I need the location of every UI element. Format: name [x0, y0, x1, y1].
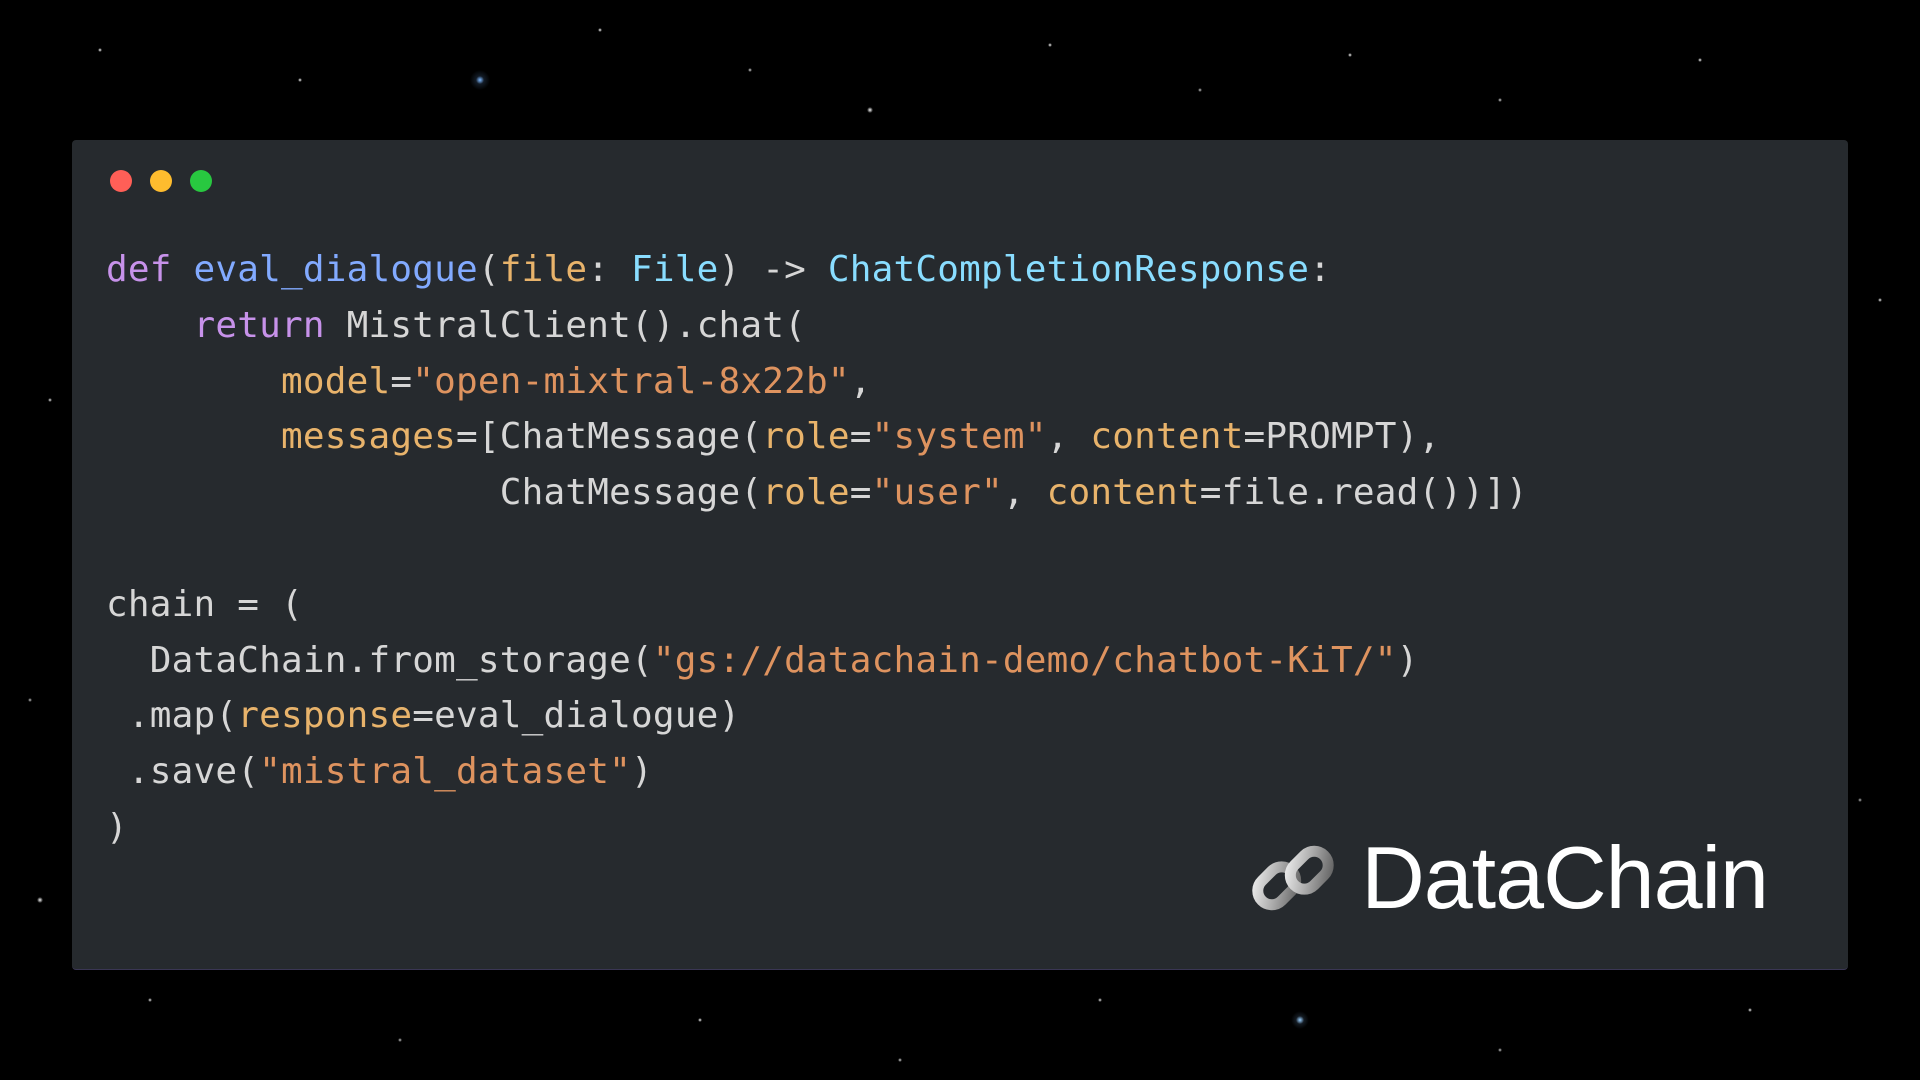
logo-text: DataChain — [1361, 827, 1768, 929]
indent — [106, 361, 281, 402]
method-save: save — [150, 751, 238, 792]
param-model: model — [281, 361, 390, 402]
method-from-storage: from_storage — [369, 640, 632, 681]
param-response: response — [237, 695, 412, 736]
comma: , — [850, 361, 872, 402]
string-system: "system" — [872, 416, 1047, 457]
comma: , — [1003, 472, 1047, 513]
return-type: ChatCompletionResponse — [828, 249, 1309, 290]
dot: . — [347, 640, 369, 681]
space — [325, 305, 347, 346]
string-dataset: "mistral_dataset" — [259, 751, 631, 792]
close-paren: ) — [1397, 640, 1419, 681]
keyword-def: def — [106, 249, 172, 290]
open-paren: ( — [215, 695, 237, 736]
class-chatmessage: ChatMessage — [500, 416, 741, 457]
code-window: def eval_dialogue(file: File) -> ChatCom… — [72, 140, 1848, 970]
open-paren: ( — [631, 640, 653, 681]
const-prompt: PROMPT — [1265, 416, 1396, 457]
open-paren: ( — [740, 472, 762, 513]
equals: = — [850, 416, 872, 457]
equals-bracket: =[ — [456, 416, 500, 457]
close-paren: ) — [106, 807, 128, 848]
param-content: content — [1047, 472, 1200, 513]
indent — [106, 305, 194, 346]
maximize-icon[interactable] — [190, 170, 212, 192]
indent — [106, 472, 500, 513]
function-name: eval_dialogue — [194, 249, 478, 290]
indent — [106, 640, 150, 681]
close-paren: ), — [1397, 416, 1441, 457]
var-chain: chain — [106, 584, 215, 625]
indent-dot: . — [106, 695, 150, 736]
indent — [106, 416, 281, 457]
class-chatmessage: ChatMessage — [500, 472, 741, 513]
method-file-read: file.read — [1222, 472, 1419, 513]
paren: ( — [478, 249, 500, 290]
param-type: File — [631, 249, 719, 290]
method-map: map — [150, 695, 216, 736]
minimize-icon[interactable] — [150, 170, 172, 192]
class-datachain: DataChain — [150, 640, 347, 681]
code-block: def eval_dialogue(file: File) -> ChatCom… — [72, 202, 1848, 876]
param-name: file — [500, 249, 588, 290]
param-content: content — [1090, 416, 1243, 457]
arrow: ) -> — [719, 249, 828, 290]
keyword-return: return — [194, 305, 325, 346]
param-role: role — [762, 472, 850, 513]
equals-open: = ( — [215, 584, 303, 625]
string-model: "open-mixtral-8x22b" — [412, 361, 849, 402]
string-user: "user" — [872, 472, 1003, 513]
traffic-lights — [72, 140, 1848, 202]
method-name: chat — [697, 305, 785, 346]
paren-dot: (). — [631, 305, 697, 346]
equals: = — [1200, 472, 1222, 513]
param-messages: messages — [281, 416, 456, 457]
class-name: MistralClient — [347, 305, 631, 346]
colon: : — [1309, 249, 1331, 290]
equals: = — [850, 472, 872, 513]
open-paren: ( — [784, 305, 806, 346]
equals: = — [390, 361, 412, 402]
string-gs-path: "gs://datachain-demo/chatbot-KiT/" — [653, 640, 1397, 681]
open-paren: ( — [237, 751, 259, 792]
close-paren: ) — [719, 695, 741, 736]
chain-link-icon — [1243, 828, 1343, 928]
equals: = — [412, 695, 434, 736]
open-paren: ( — [740, 416, 762, 457]
close-parens: ())]) — [1418, 472, 1527, 513]
ref-eval-dialogue: eval_dialogue — [434, 695, 718, 736]
param-role: role — [762, 416, 850, 457]
indent-dot: . — [106, 751, 150, 792]
close-icon[interactable] — [110, 170, 132, 192]
colon: : — [587, 249, 631, 290]
comma: , — [1047, 416, 1091, 457]
equals: = — [1244, 416, 1266, 457]
close-paren: ) — [631, 751, 653, 792]
datachain-logo: DataChain — [1243, 827, 1768, 929]
